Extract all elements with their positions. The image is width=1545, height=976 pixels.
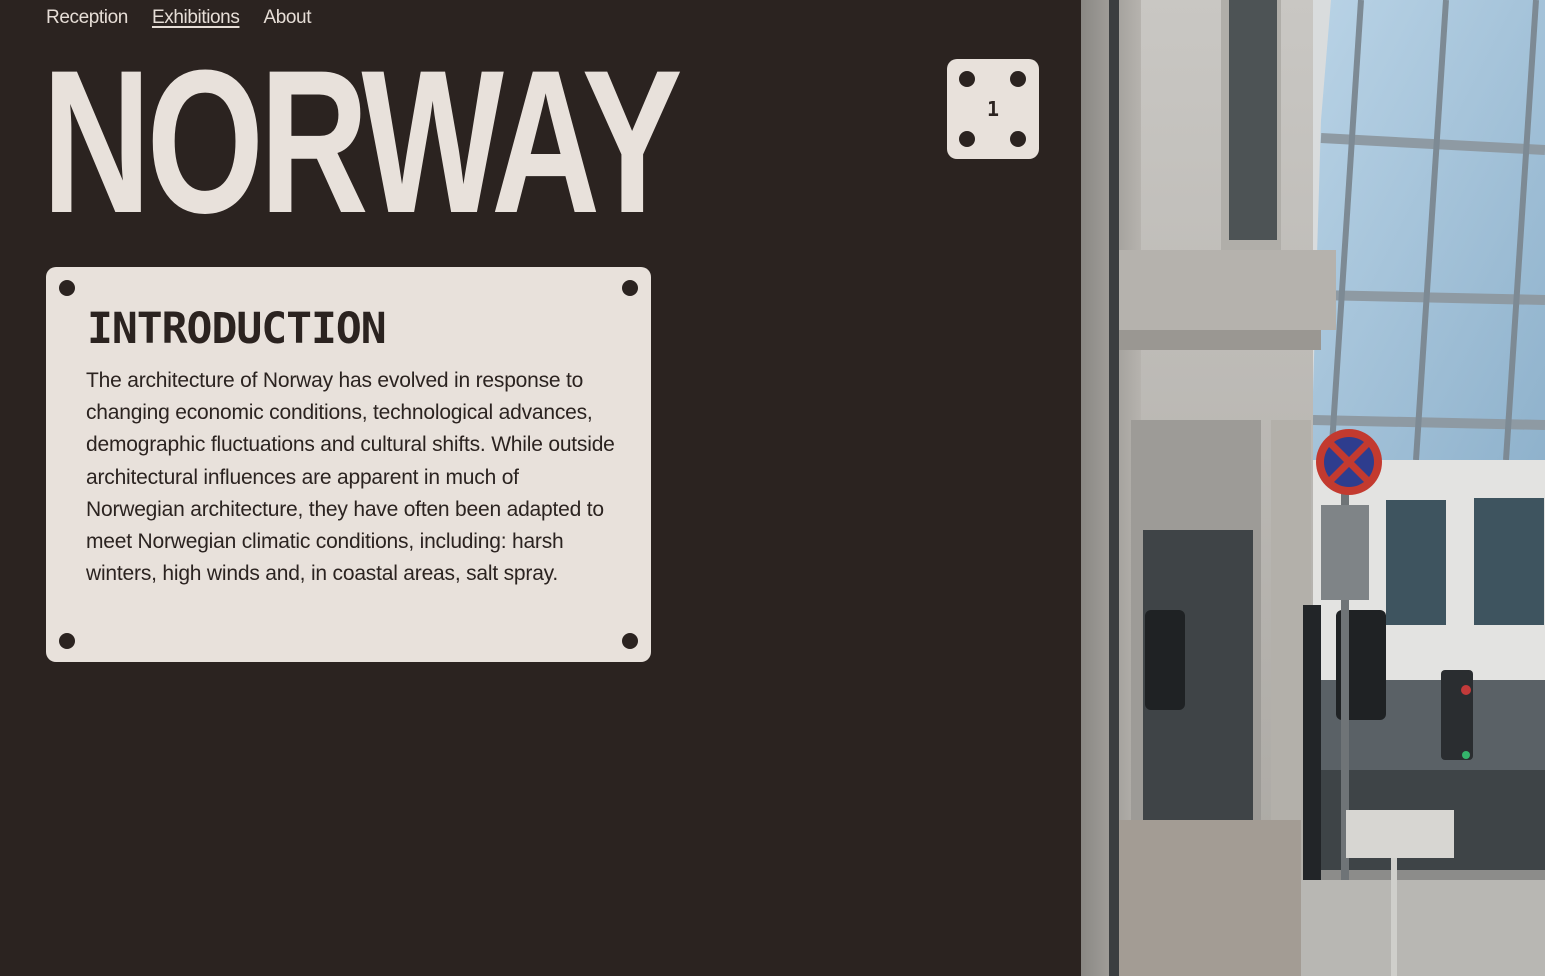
screw-dot xyxy=(622,280,638,296)
screw-dot xyxy=(59,280,75,296)
screw-dot xyxy=(959,71,975,87)
introduction-card: INTRODUCTION The architecture of Norway … xyxy=(46,267,651,662)
street-photo xyxy=(1081,0,1545,976)
nav-exhibitions-link[interactable]: Exhibitions xyxy=(152,7,240,29)
exhibit-number: 1 xyxy=(986,97,1000,121)
screw-dot xyxy=(1010,71,1026,87)
main-nav: Reception Exhibitions About xyxy=(46,7,312,29)
page-title: NORWAY xyxy=(42,28,683,256)
introduction-body: The architecture of Norway has evolved i… xyxy=(86,369,615,586)
screw-dot xyxy=(1010,131,1026,147)
screw-dot xyxy=(959,131,975,147)
page: Reception Exhibitions About NORWAY 1 INT… xyxy=(0,0,1545,976)
street-photo-illustration xyxy=(1081,0,1545,976)
introduction-heading: INTRODUCTION xyxy=(87,304,387,354)
nav-about-link[interactable]: About xyxy=(263,7,311,29)
nav-reception-link[interactable]: Reception xyxy=(46,7,128,29)
screw-dot xyxy=(59,633,75,649)
content-area: Reception Exhibitions About NORWAY 1 INT… xyxy=(0,0,1081,976)
screw-dot xyxy=(622,633,638,649)
exhibit-number-badge: 1 xyxy=(947,59,1039,159)
